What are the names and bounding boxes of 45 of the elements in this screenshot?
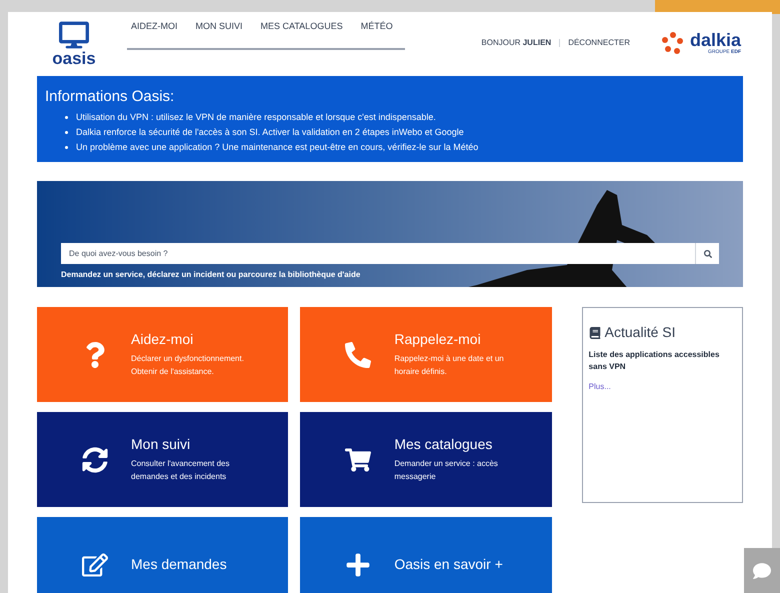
brand-name: dalkia: [690, 30, 741, 49]
logo-text[interactable]: oasis: [52, 50, 96, 67]
search-field[interactable]: De quoi avez-vous besoin ?: [61, 243, 695, 264]
news-title: Actualité SI: [604, 323, 676, 342]
tile-description: Déclarer un dysfonctionnement. Obtenir de l'assistance.: [131, 353, 245, 378]
service-tile[interactable]: Oasis en savoir +: [300, 517, 552, 593]
greeting-text: BONJOUR JULIEN: [481, 37, 552, 50]
service-tile[interactable]: Mon suivi Consulter l'avancement des demandes et des incidents: [37, 412, 288, 508]
search-icon: [704, 250, 712, 258]
tile-title: Mes demandes: [131, 556, 227, 574]
search-hint: Demandez un service, déclarez un incident ou parcourez la bibliothèque d'aide: [61, 269, 362, 282]
monitor-logo-icon: [59, 20, 89, 50]
bullet-icon: [65, 116, 68, 120]
tile-title: Oasis en savoir +: [394, 556, 503, 574]
tile-title: Mes catalogues: [394, 436, 494, 454]
service-tile[interactable]: Mes demandes: [37, 517, 288, 593]
tile-description: Rappelez-moi à une date et un horaire définis.: [394, 353, 505, 378]
info-item: Un problème avec une application ? Une maintenance est peut-être en cours, vérifiez-le sur la Météo: [76, 141, 478, 154]
tile-title: Aidez-moi: [131, 330, 194, 348]
nav-link[interactable]: MÉTÉO: [360, 20, 393, 34]
tile-title: Mon suivi: [131, 436, 192, 454]
search-button[interactable]: [695, 243, 719, 264]
edit-icon: [82, 552, 108, 578]
nav-link[interactable]: MES CATALOGUES: [260, 20, 343, 34]
tile-title: Rappelez-moi: [394, 330, 482, 348]
plus-icon: [345, 552, 372, 578]
info-item: Dalkia renforce la sécurité de l'accès à son SI. Activer la validation en 2 étapes inWebo et Google: [76, 126, 464, 140]
service-tile[interactable]: Mes catalogues Demander un service : accès messagerie: [300, 412, 552, 508]
logout-link[interactable]: DÉCONNECTER: [568, 37, 630, 50]
nav-link[interactable]: AIDEZ-MOI: [131, 20, 178, 34]
tile-description: Consulter l'avancement des demandes et des incidents: [131, 458, 230, 484]
tile-description: Demander un service : accès messagerie: [394, 458, 499, 484]
bullet-icon: [65, 146, 68, 150]
more-link[interactable]: Plus...: [588, 382, 611, 392]
info-item: Utilisation du VPN : utilisez le VPN de manière responsable et lorsque c'est indispensable.: [76, 111, 436, 124]
nav-link[interactable]: MON SUIVI: [196, 20, 243, 34]
bullet-icon: [65, 131, 68, 134]
refresh-icon: [82, 446, 108, 473]
phone-icon: [345, 342, 372, 368]
book-icon: [588, 326, 601, 339]
star-burst-logo-icon: [660, 31, 686, 56]
info-title: Informations Oasis:: [45, 88, 176, 106]
news-item: Liste des applications accessibles sans VPN: [588, 349, 720, 374]
cart-icon: [345, 446, 372, 473]
chat-icon: [753, 562, 771, 580]
